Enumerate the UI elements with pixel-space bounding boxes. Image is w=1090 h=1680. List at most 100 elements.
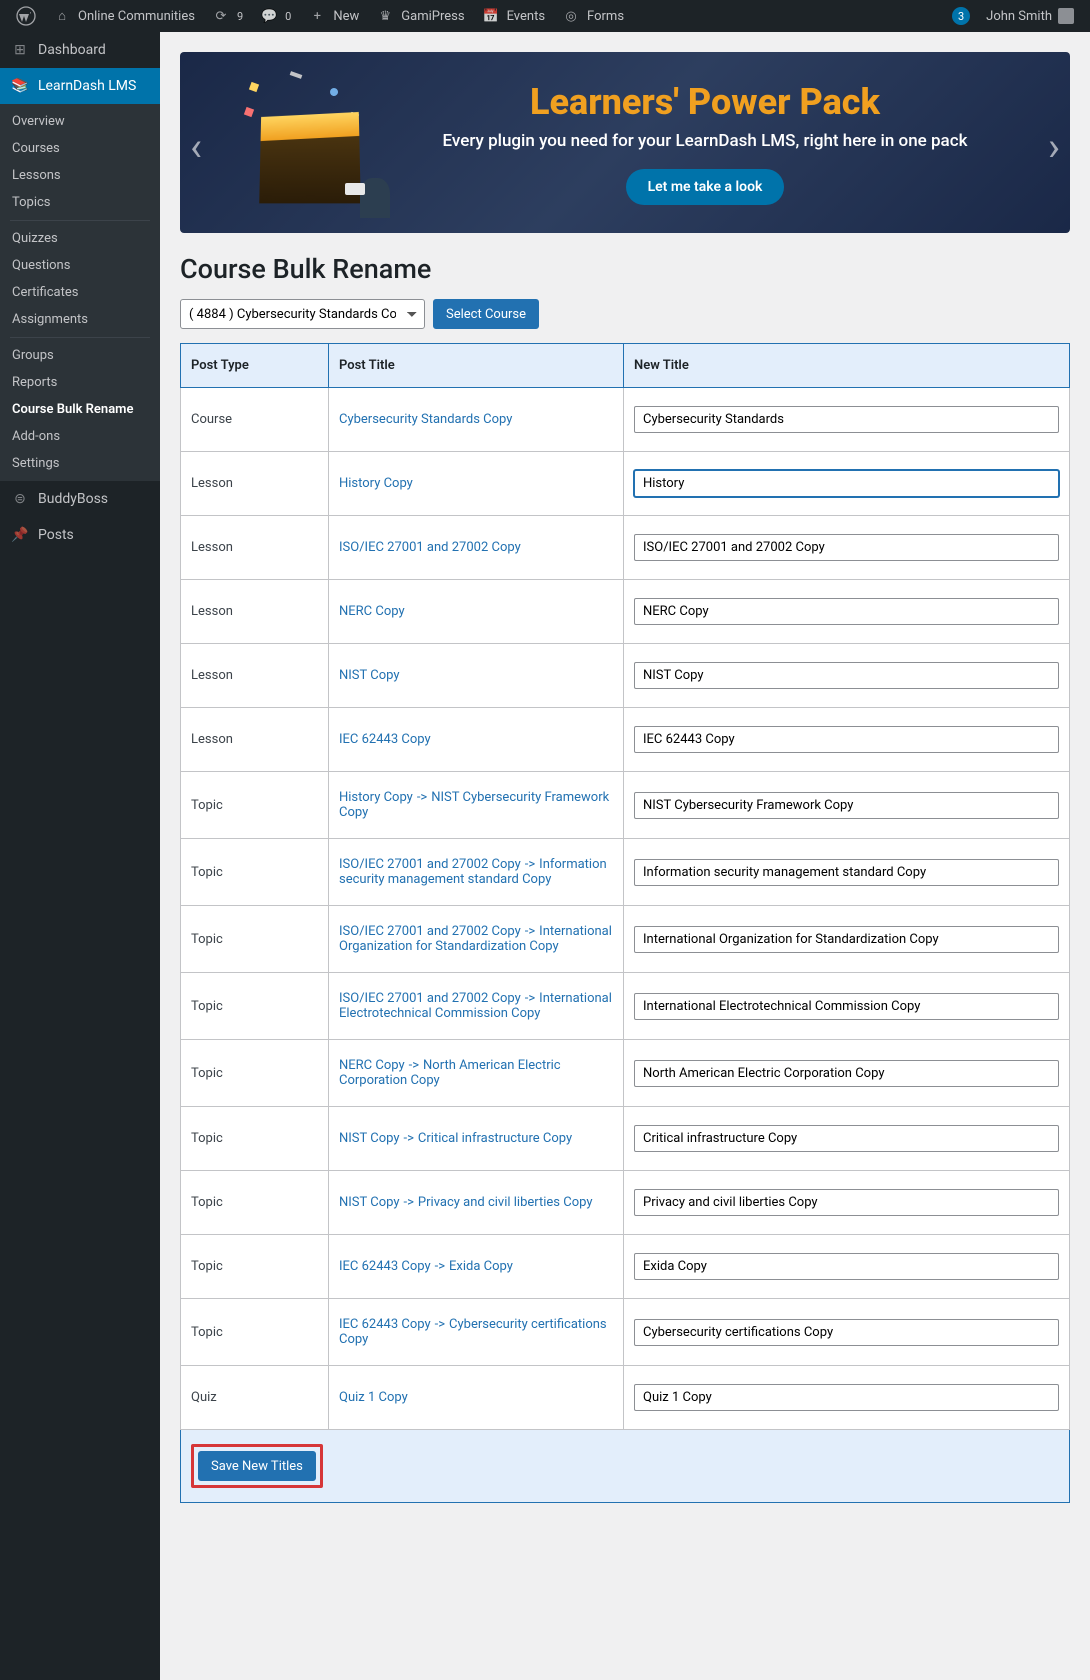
new-title-input[interactable] bbox=[634, 859, 1059, 886]
post-title-link[interactable]: IEC 62443 Copy bbox=[339, 1317, 431, 1332]
menu-posts[interactable]: 📌Posts bbox=[0, 517, 160, 553]
learndash-icon: 📚 bbox=[10, 76, 30, 96]
post-title-link[interactable]: ISO/IEC 27001 and 27002 Copy bbox=[339, 924, 521, 939]
submenu-certificates[interactable]: Certificates bbox=[0, 279, 160, 306]
post-title-link[interactable]: ISO/IEC 27001 and 27002 Copy bbox=[339, 540, 521, 555]
new-title-input[interactable] bbox=[634, 1125, 1059, 1152]
learndash-submenu: OverviewCoursesLessonsTopics QuizzesQuest… bbox=[0, 104, 160, 481]
cell-post-title: NIST Copy->Privacy and civil liberties C… bbox=[329, 1171, 624, 1235]
post-title-link[interactable]: Critical infrastructure Copy bbox=[418, 1131, 572, 1146]
banner-cta-button[interactable]: Let me take a look bbox=[626, 169, 785, 205]
cell-new-title bbox=[624, 580, 1070, 644]
cell-new-title bbox=[624, 1171, 1070, 1235]
content-area: ‹ Learners' Power Pack Every plugin you … bbox=[160, 32, 1090, 1523]
post-title-link[interactable]: Quiz 1 Copy bbox=[339, 1390, 408, 1405]
gamipress-menu[interactable]: ♛GamiPress bbox=[367, 0, 472, 32]
notif-count: 3 bbox=[952, 7, 970, 25]
new-title-input[interactable] bbox=[634, 792, 1059, 819]
new-title-input[interactable] bbox=[634, 993, 1059, 1020]
menu-buddyboss-label: BuddyBoss bbox=[38, 491, 108, 507]
new-content[interactable]: + New bbox=[299, 0, 367, 32]
breadcrumb-separator: -> bbox=[521, 991, 539, 1006]
submenu-lessons[interactable]: Lessons bbox=[0, 162, 160, 189]
cell-post-title: ISO/IEC 27001 and 27002 Copy->Internatio… bbox=[329, 973, 624, 1040]
post-title-link[interactable]: ISO/IEC 27001 and 27002 Copy bbox=[339, 857, 521, 872]
post-title-link[interactable]: History Copy bbox=[339, 476, 413, 491]
cell-post-type: Course bbox=[181, 388, 329, 452]
submenu-assignments[interactable]: Assignments bbox=[0, 306, 160, 333]
new-title-input[interactable] bbox=[634, 1060, 1059, 1087]
submenu-settings[interactable]: Settings bbox=[0, 450, 160, 477]
post-title-link[interactable]: Cybersecurity Standards Copy bbox=[339, 412, 512, 427]
submenu-topics[interactable]: Topics bbox=[0, 189, 160, 216]
post-title-link[interactable]: Privacy and civil liberties Copy bbox=[418, 1195, 593, 1210]
banner-next[interactable]: › bbox=[1048, 123, 1060, 170]
page-title: Course Bulk Rename bbox=[180, 253, 1070, 285]
post-title-link[interactable]: NIST Copy bbox=[339, 1131, 400, 1146]
banner-illustration bbox=[240, 63, 380, 223]
course-controls: ( 4884 ) Cybersecurity Standards Copy Se… bbox=[180, 299, 1070, 329]
submenu-add-ons[interactable]: Add-ons bbox=[0, 423, 160, 450]
banner-title: Learners' Power Pack bbox=[400, 81, 1010, 123]
post-title-link[interactable]: Exida Copy bbox=[449, 1259, 513, 1274]
comments-count: 0 bbox=[285, 10, 291, 23]
new-title-input[interactable] bbox=[634, 598, 1059, 625]
site-name[interactable]: ⌂Online Communities bbox=[44, 0, 203, 32]
cell-post-title: History Copy bbox=[329, 452, 624, 516]
promo-banner: ‹ Learners' Power Pack Every plugin you … bbox=[180, 52, 1070, 233]
new-title-input[interactable] bbox=[634, 662, 1059, 689]
comments[interactable]: 💬0 bbox=[251, 0, 299, 32]
new-title-input[interactable] bbox=[634, 470, 1059, 497]
course-select[interactable]: ( 4884 ) Cybersecurity Standards Copy bbox=[180, 299, 425, 329]
notifications[interactable]: 3 bbox=[944, 0, 978, 32]
post-title-link[interactable]: NIST Copy bbox=[339, 1195, 400, 1210]
menu-dashboard[interactable]: ⊞Dashboard bbox=[0, 32, 160, 68]
submenu-courses[interactable]: Courses bbox=[0, 135, 160, 162]
new-label: New bbox=[333, 9, 359, 24]
select-course-button[interactable]: Select Course bbox=[433, 299, 539, 329]
post-title-link[interactable]: ISO/IEC 27001 and 27002 Copy bbox=[339, 991, 521, 1006]
events-label: Events bbox=[507, 9, 545, 24]
menu-learndash[interactable]: 📚LearnDash LMS bbox=[0, 68, 160, 104]
submenu-groups[interactable]: Groups bbox=[0, 342, 160, 369]
home-icon: ⌂ bbox=[52, 6, 72, 26]
new-title-input[interactable] bbox=[634, 534, 1059, 561]
new-title-input[interactable] bbox=[634, 1189, 1059, 1216]
post-title-link[interactable]: NERC Copy bbox=[339, 1058, 405, 1073]
submenu-quizzes[interactable]: Quizzes bbox=[0, 225, 160, 252]
new-title-input[interactable] bbox=[634, 926, 1059, 953]
post-title-link[interactable]: NIST Copy bbox=[339, 668, 400, 683]
plus-icon: + bbox=[307, 6, 327, 26]
cell-new-title bbox=[624, 644, 1070, 708]
submenu-overview[interactable]: Overview bbox=[0, 108, 160, 135]
events-menu[interactable]: 📅Events bbox=[473, 0, 553, 32]
submenu-questions[interactable]: Questions bbox=[0, 252, 160, 279]
pin-icon: 📌 bbox=[10, 525, 30, 545]
forms-menu[interactable]: ◎Forms bbox=[553, 0, 632, 32]
post-title-link[interactable]: IEC 62443 Copy bbox=[339, 732, 431, 747]
table-row: LessonNIST Copy bbox=[181, 644, 1070, 708]
banner-prev[interactable]: ‹ bbox=[190, 123, 202, 170]
save-new-titles-button[interactable]: Save New Titles bbox=[198, 1451, 316, 1481]
submenu-course-bulk-rename[interactable]: Course Bulk Rename bbox=[0, 396, 160, 423]
new-title-input[interactable] bbox=[634, 1319, 1059, 1346]
cell-post-type: Topic bbox=[181, 1107, 329, 1171]
cell-post-title: ISO/IEC 27001 and 27002 Copy->Informatio… bbox=[329, 839, 624, 906]
new-title-input[interactable] bbox=[634, 1384, 1059, 1411]
new-title-input[interactable] bbox=[634, 726, 1059, 753]
new-title-input[interactable] bbox=[634, 1253, 1059, 1280]
wordpress-icon bbox=[16, 6, 36, 26]
submenu-reports[interactable]: Reports bbox=[0, 369, 160, 396]
post-title-link[interactable]: History Copy bbox=[339, 790, 413, 805]
post-title-link[interactable]: NERC Copy bbox=[339, 604, 405, 619]
new-title-input[interactable] bbox=[634, 406, 1059, 433]
updates[interactable]: ⟳9 bbox=[203, 0, 251, 32]
wp-logo[interactable] bbox=[8, 0, 44, 32]
th-new-title: New Title bbox=[624, 344, 1070, 388]
table-row: TopicISO/IEC 27001 and 27002 Copy->Inter… bbox=[181, 973, 1070, 1040]
menu-buddyboss[interactable]: ⊜BuddyBoss bbox=[0, 481, 160, 517]
updates-count: 9 bbox=[237, 10, 243, 23]
cell-post-title: IEC 62443 Copy->Exida Copy bbox=[329, 1235, 624, 1299]
my-account[interactable]: John Smith bbox=[978, 0, 1082, 32]
post-title-link[interactable]: IEC 62443 Copy bbox=[339, 1259, 431, 1274]
